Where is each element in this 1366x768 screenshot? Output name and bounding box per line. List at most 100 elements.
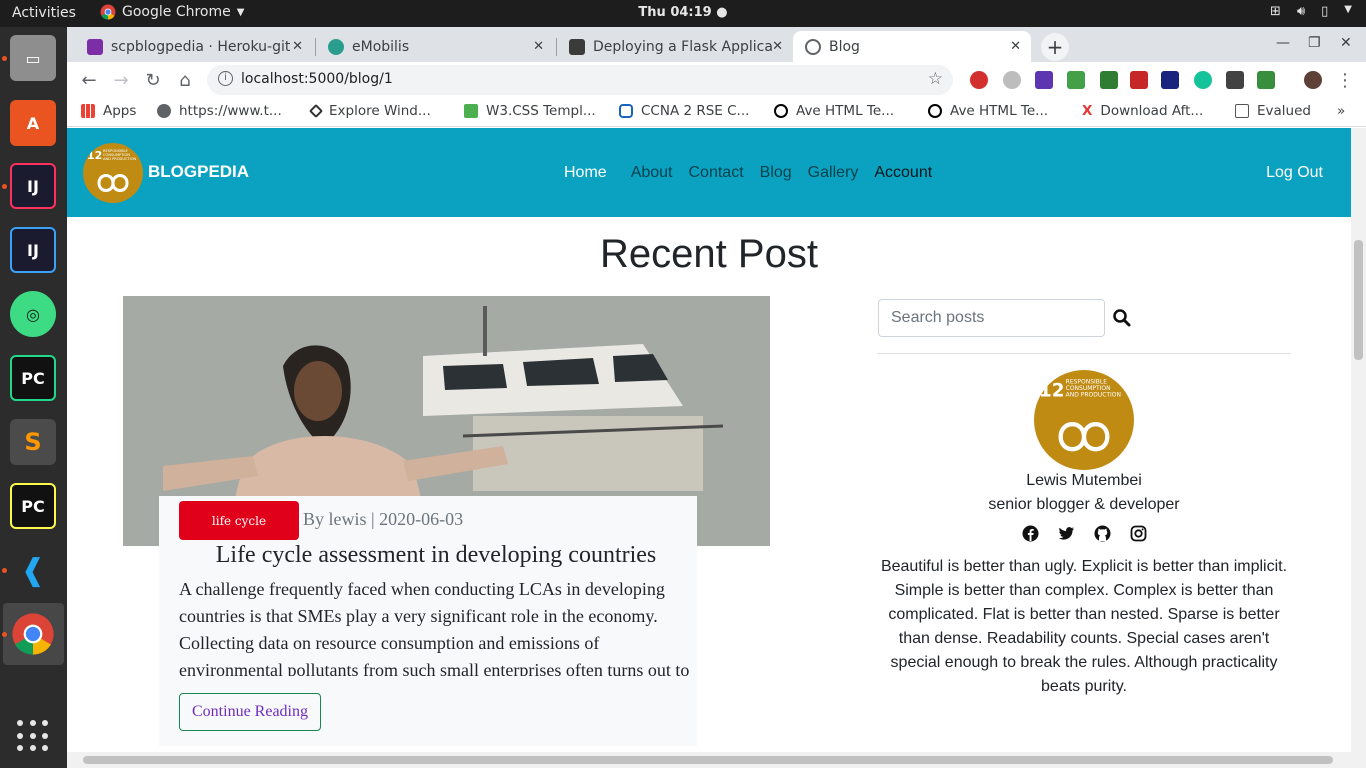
nav-account[interactable]: Account bbox=[874, 164, 932, 182]
bookmark-item[interactable]: W3.CSS Templ... bbox=[464, 103, 596, 119]
extension-icon[interactable] bbox=[1130, 71, 1148, 89]
home-icon[interactable]: ⌂ bbox=[173, 68, 197, 92]
author-name: Lewis Mutembei bbox=[1026, 472, 1142, 489]
vertical-scrollbar[interactable] bbox=[1351, 128, 1366, 752]
apps-grid-icon bbox=[81, 104, 95, 118]
category-badge[interactable]: life cycle bbox=[179, 501, 299, 540]
chrome-icon bbox=[100, 4, 116, 20]
search-icon[interactable] bbox=[1112, 308, 1132, 328]
pycharm-ce-icon[interactable]: PC bbox=[10, 483, 56, 529]
extension-icon[interactable] bbox=[1161, 71, 1179, 89]
activities-button[interactable]: Activities bbox=[12, 5, 76, 21]
site-info-icon[interactable]: i bbox=[218, 71, 233, 86]
tab-blog[interactable]: Blog ✕ bbox=[793, 31, 1031, 62]
bookmark-label: Apps bbox=[103, 103, 137, 119]
bookmark-apps[interactable]: Apps bbox=[81, 103, 136, 119]
post-title[interactable]: Life cycle assessment in developing coun… bbox=[159, 542, 713, 569]
site-navbar: 12 RESPONSIBLE CONSUMPTION AND PRODUCTIO… bbox=[67, 128, 1351, 217]
new-tab-button[interactable]: + bbox=[1041, 33, 1069, 61]
nav-blog[interactable]: Blog bbox=[760, 164, 792, 182]
running-indicator bbox=[2, 184, 7, 189]
post-excerpt: A challenge frequently faced when conduc… bbox=[179, 579, 690, 676]
close-icon[interactable]: ✕ bbox=[1010, 39, 1021, 54]
globe-icon bbox=[805, 38, 821, 55]
bookmark-label: Evalued bbox=[1257, 103, 1311, 119]
continue-reading-button[interactable]: Continue Reading bbox=[179, 693, 321, 731]
bookmark-item[interactable]: Ave HTML Te... bbox=[928, 103, 1048, 119]
intellij-icon[interactable]: IJ bbox=[10, 163, 56, 209]
vscode-icon[interactable]: ❰ bbox=[10, 547, 56, 593]
sdg12-logo[interactable]: 12 RESPONSIBLE CONSUMPTION AND PRODUCTIO… bbox=[83, 143, 143, 203]
bookmark-item[interactable]: Ave HTML Te... bbox=[774, 103, 894, 119]
system-tray[interactable]: ⊞ 🔊︎ ▯ ▼ bbox=[1270, 4, 1352, 19]
bookmark-item[interactable]: X Download Aft... bbox=[1082, 103, 1203, 119]
bookmarks-overflow-icon[interactable]: » bbox=[1337, 103, 1345, 119]
nav-contact[interactable]: Contact bbox=[689, 164, 744, 182]
brand-name[interactable]: BLOGPEDIA bbox=[148, 162, 249, 182]
circle-icon bbox=[928, 104, 942, 118]
address-bar[interactable]: i localhost:5000/blog/1 ☆ bbox=[207, 65, 953, 95]
back-icon[interactable]: ← bbox=[77, 68, 101, 92]
github-icon[interactable] bbox=[1094, 525, 1111, 542]
sublime-icon[interactable]: S bbox=[10, 419, 56, 465]
app-menu[interactable]: Google Chrome ▼ bbox=[100, 4, 244, 20]
bookmark-item[interactable]: Evalued bbox=[1235, 103, 1311, 119]
tab-flask-deploy[interactable]: Deploying a Flask Applicat ✕ bbox=[557, 31, 793, 62]
svg-text:12: 12 bbox=[1039, 381, 1065, 402]
twitter-icon[interactable] bbox=[1058, 525, 1075, 542]
chart-icon bbox=[1235, 104, 1249, 118]
instagram-icon[interactable] bbox=[1130, 525, 1147, 542]
scrollbar-thumb[interactable] bbox=[83, 756, 1333, 764]
bookmark-label: W3.CSS Templ... bbox=[486, 103, 596, 119]
tab-strip: scpblogpedia · Heroku-git ✕ eMobilis ✕ D… bbox=[67, 27, 1366, 62]
tab-heroku[interactable]: scpblogpedia · Heroku-git ✕ bbox=[75, 31, 313, 62]
running-indicator bbox=[2, 568, 7, 573]
grammarly-icon[interactable] bbox=[1194, 71, 1212, 89]
scrollbar-thumb[interactable] bbox=[1354, 240, 1363, 360]
horizontal-scrollbar[interactable] bbox=[67, 752, 1366, 768]
running-indicator bbox=[2, 56, 7, 61]
close-window-icon[interactable]: ✕ bbox=[1340, 35, 1352, 51]
extension-icon[interactable] bbox=[1035, 71, 1053, 89]
infinity-logo-icon: 12 RESPONSIBLE CONSUMPTION AND PRODUCTIO… bbox=[87, 149, 137, 192]
globe-icon bbox=[157, 104, 171, 118]
extension-icon[interactable] bbox=[1100, 71, 1118, 89]
show-applications-icon[interactable] bbox=[17, 720, 49, 752]
tab-emobilis[interactable]: eMobilis ✕ bbox=[316, 31, 554, 62]
intellij-ce-icon[interactable]: IJ bbox=[10, 227, 56, 273]
nav-gallery[interactable]: Gallery bbox=[808, 164, 859, 182]
extension-icon[interactable] bbox=[1003, 71, 1021, 89]
close-icon[interactable]: ✕ bbox=[772, 39, 783, 54]
volume-icon: 🔊︎ bbox=[1296, 4, 1306, 19]
author-bio: Beautiful is better than ugly. Explicit … bbox=[880, 558, 1288, 695]
extension-icon[interactable] bbox=[1226, 71, 1244, 89]
close-icon[interactable]: ✕ bbox=[533, 39, 544, 54]
scotch-icon bbox=[569, 38, 585, 55]
extension-icon[interactable] bbox=[1257, 71, 1275, 89]
chrome-icon[interactable] bbox=[10, 611, 56, 657]
bookmark-item[interactable]: https://www.t... bbox=[157, 103, 282, 119]
software-center-icon[interactable]: A bbox=[10, 100, 56, 146]
extension-icon[interactable] bbox=[1067, 71, 1085, 89]
profile-avatar-icon[interactable] bbox=[1304, 71, 1322, 89]
restore-icon[interactable]: ❐ bbox=[1308, 35, 1321, 51]
android-studio-icon[interactable]: ◎ bbox=[10, 291, 56, 337]
forward-icon[interactable]: → bbox=[109, 68, 133, 92]
pycharm-icon[interactable]: PC bbox=[10, 355, 56, 401]
logout-link[interactable]: Log Out bbox=[1266, 164, 1323, 182]
menu-kebab-icon[interactable]: ⋮ bbox=[1333, 68, 1357, 92]
author-role: senior blogger & developer bbox=[988, 496, 1180, 513]
nav-about[interactable]: About bbox=[631, 164, 673, 182]
search-input[interactable] bbox=[878, 299, 1105, 337]
clock[interactable]: Thu 04:19 ● bbox=[638, 5, 727, 20]
facebook-icon[interactable] bbox=[1022, 525, 1039, 542]
bookmark-item[interactable]: Explore Wind... bbox=[308, 103, 431, 119]
close-icon[interactable]: ✕ bbox=[292, 39, 303, 54]
files-icon[interactable]: ▭ bbox=[10, 35, 56, 81]
reload-icon[interactable]: ↻ bbox=[141, 68, 165, 92]
bookmark-item[interactable]: CCNA 2 RSE C... bbox=[619, 103, 749, 119]
nav-home[interactable]: Home bbox=[564, 164, 607, 182]
adblock-icon[interactable] bbox=[970, 71, 988, 89]
bookmark-star-icon[interactable]: ☆ bbox=[928, 69, 943, 89]
minimize-icon[interactable]: — bbox=[1276, 35, 1290, 51]
